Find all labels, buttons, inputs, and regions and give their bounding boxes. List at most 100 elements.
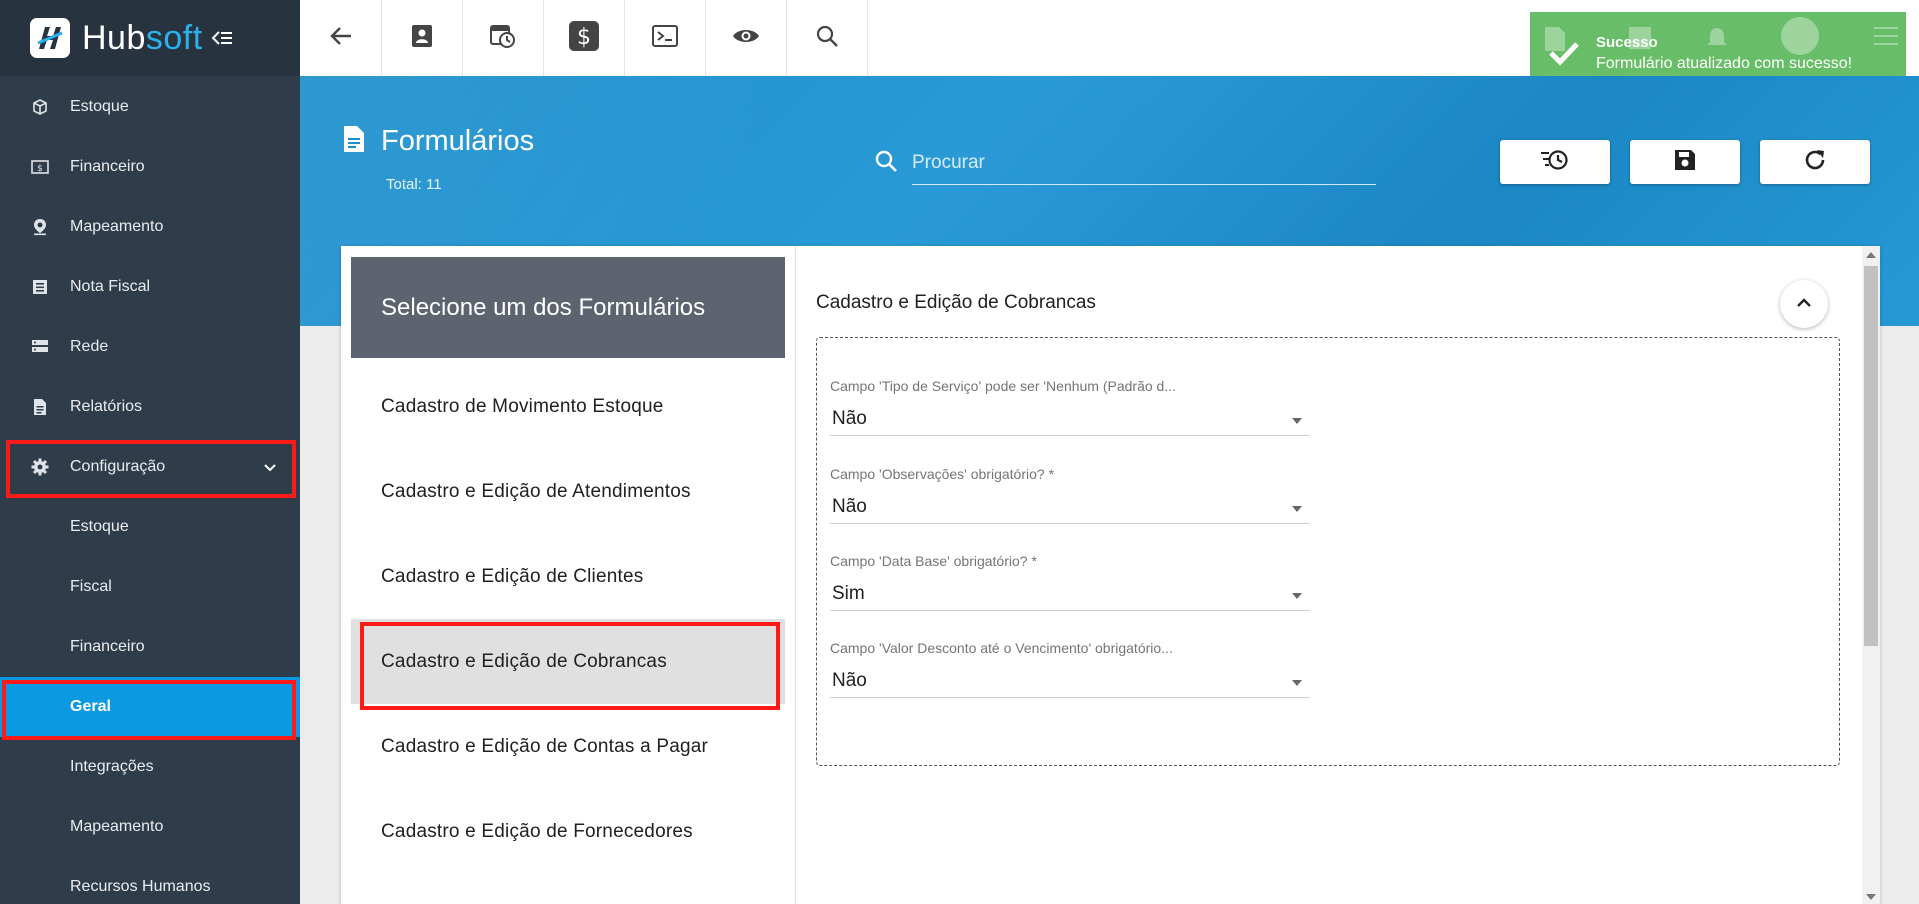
svg-text:$: $ <box>37 164 43 174</box>
eye-icon <box>732 27 760 50</box>
sidebar-item-relatorios[interactable]: Relatórios <box>0 377 300 437</box>
form-item-label: Cadastro de Movimento Estoque <box>381 395 664 417</box>
search-icon <box>874 149 898 178</box>
menu-collapse-icon[interactable] <box>211 30 233 46</box>
sidebar-item-estoque[interactable]: Estoque <box>0 77 300 137</box>
sidebar-subitem-integracoes[interactable]: Integrações <box>0 737 300 797</box>
sidebar-item-rede[interactable]: Rede <box>0 317 300 377</box>
forms-card: Selecione um dos Formulários Cadastro de… <box>341 246 1880 904</box>
field-label: Campo 'Valor Desconto até o Vencimento' … <box>830 640 1173 656</box>
form-item-atendimentos[interactable]: Cadastro e Edição de Atendimentos <box>351 449 785 534</box>
server-icon <box>30 337 50 357</box>
save-button[interactable] <box>1630 140 1740 184</box>
sidebar-subitem-recursos-humanos[interactable]: Recursos Humanos <box>0 857 300 904</box>
history-button[interactable] <box>1500 140 1610 184</box>
view-button[interactable] <box>706 0 787 76</box>
scroll-up-arrow-icon[interactable] <box>1866 252 1876 258</box>
form-item-fornecedores[interactable]: Cadastro e Edição de Fornecedores <box>351 789 785 874</box>
search-icon <box>816 25 838 52</box>
sidebar-subitem-fiscal[interactable]: Fiscal <box>0 557 300 617</box>
sidebar-subitem-geral[interactable]: Geral <box>0 677 300 737</box>
refresh-button[interactable] <box>1760 140 1870 184</box>
sidebar-item-label: Mapeamento <box>70 818 164 835</box>
sidebar-item-mapeamento[interactable]: Mapeamento <box>0 197 300 257</box>
sidebar-item-label: Financeiro <box>70 638 145 655</box>
back-arrow-icon <box>329 26 352 51</box>
sidebar-item-label: Financeiro <box>70 158 145 175</box>
terminal-button[interactable] <box>625 0 706 76</box>
sidebar-subitem-estoque[interactable]: Estoque <box>0 497 300 557</box>
select-value: Não <box>832 669 867 691</box>
sidebar-subitem-financeiro[interactable]: Financeiro <box>0 617 300 677</box>
document-icon <box>343 125 365 158</box>
form-item-label: Cadastro e Edição de Clientes <box>381 565 644 587</box>
back-button[interactable] <box>300 0 382 76</box>
field-data-base: Campo 'Data Base' obrigatório? * Sim <box>830 553 1310 611</box>
field-label: Campo 'Observações' obrigatório? * <box>830 466 1055 482</box>
refresh-icon <box>1803 148 1827 177</box>
select-data-base[interactable]: Sim <box>830 577 1310 611</box>
sidebar-item-configuracao[interactable]: Configuração <box>0 437 300 497</box>
form-item-clientes[interactable]: Cadastro e Edição de Clientes <box>351 534 785 619</box>
form-item-label: Cadastro e Edição de Contas a Pagar <box>381 735 709 757</box>
toast-title: Sucesso <box>1596 33 1658 51</box>
sidebar-item-label: Nota Fiscal <box>70 278 151 295</box>
sidebar: Hubsoft Estoque $ Financeiro Mapeamento … <box>0 0 300 904</box>
schedule-button[interactable] <box>463 0 544 76</box>
form-item-cobrancas[interactable]: Cadastro e Edição de Cobrancas <box>351 619 785 704</box>
scroll-thumb[interactable] <box>1864 266 1878 646</box>
calendar-clock-icon <box>490 23 516 54</box>
list-doc-icon <box>30 277 50 297</box>
toast-content: Sucesso Formulário atualizado com sucess… <box>1596 34 1852 73</box>
dropdown-arrow-icon <box>1292 408 1302 430</box>
sidebar-item-label: Fiscal <box>70 578 112 595</box>
scroll-down-arrow-icon[interactable] <box>1866 894 1876 900</box>
sidebar-item-financeiro[interactable]: $ Financeiro <box>0 137 300 197</box>
page-title: Formulários <box>381 125 535 157</box>
field-observacoes: Campo 'Observações' obrigatório? * Não <box>830 466 1310 524</box>
save-icon <box>1674 149 1696 176</box>
search-input[interactable] <box>912 141 1376 185</box>
sidebar-subitem-mapeamento[interactable]: Mapeamento <box>0 797 300 857</box>
sidebar-item-label: Estoque <box>70 98 129 115</box>
select-tipo-servico[interactable]: Não <box>830 402 1310 436</box>
total-count: Total: 11 <box>386 176 442 193</box>
form-item-contas-a-pagar[interactable]: Cadastro e Edição de Contas a Pagar <box>351 704 785 789</box>
select-value: Não <box>832 407 867 429</box>
sidebar-item-label: Recursos Humanos <box>70 878 211 895</box>
form-detail: Cadastro e Edição de Cobrancas Campo 'Ti… <box>797 246 1860 904</box>
field-label: Campo 'Tipo de Serviço' pode ser 'Nenhum… <box>830 378 1177 394</box>
scrollbar[interactable] <box>1862 246 1880 904</box>
sidebar-item-nota-fiscal[interactable]: Nota Fiscal <box>0 257 300 317</box>
search-bar <box>874 140 1378 186</box>
page-header: Formulários <box>343 125 534 158</box>
field-valor-desconto: Campo 'Valor Desconto até o Vencimento' … <box>830 640 1310 698</box>
sidebar-item-label: Integrações <box>70 758 154 775</box>
form-list-header: Selecione um dos Formulários <box>351 257 785 358</box>
gear-icon <box>30 457 50 477</box>
sidebar-item-label: Rede <box>70 338 109 355</box>
clients-button[interactable] <box>382 0 463 76</box>
form-item-movimento-estoque[interactable]: Cadastro de Movimento Estoque <box>351 364 785 449</box>
financial-button[interactable]: $ <box>544 0 625 76</box>
select-valor-desconto[interactable]: Não <box>830 664 1310 698</box>
chevron-down-icon <box>264 459 276 477</box>
form-item-label: Cadastro e Edição de Cobrancas <box>381 650 667 672</box>
check-icon <box>1548 40 1580 66</box>
terminal-icon <box>652 24 678 52</box>
map-pin-icon <box>30 217 50 237</box>
select-observacoes[interactable]: Não <box>830 490 1310 524</box>
brand-name: Hubsoft <box>82 18 203 57</box>
field-tipo-servico: Campo 'Tipo de Serviço' pode ser 'Nenhum… <box>830 378 1310 436</box>
search-button[interactable] <box>787 0 868 76</box>
sidebar-item-label: Configuração <box>70 458 166 475</box>
collapse-button[interactable] <box>1780 280 1828 328</box>
dropdown-arrow-icon <box>1292 670 1302 692</box>
form-item-label: Cadastro e Edição de Fornecedores <box>381 820 693 842</box>
toast-message: Formulário atualizado com sucesso! <box>1596 54 1853 72</box>
hubsoft-logo-icon <box>30 18 70 58</box>
select-value: Sim <box>832 582 865 604</box>
history-clock-icon <box>1541 149 1569 176</box>
contact-card-icon <box>411 24 433 53</box>
form-item-label: Cadastro e Edição de Atendimentos <box>381 480 691 502</box>
